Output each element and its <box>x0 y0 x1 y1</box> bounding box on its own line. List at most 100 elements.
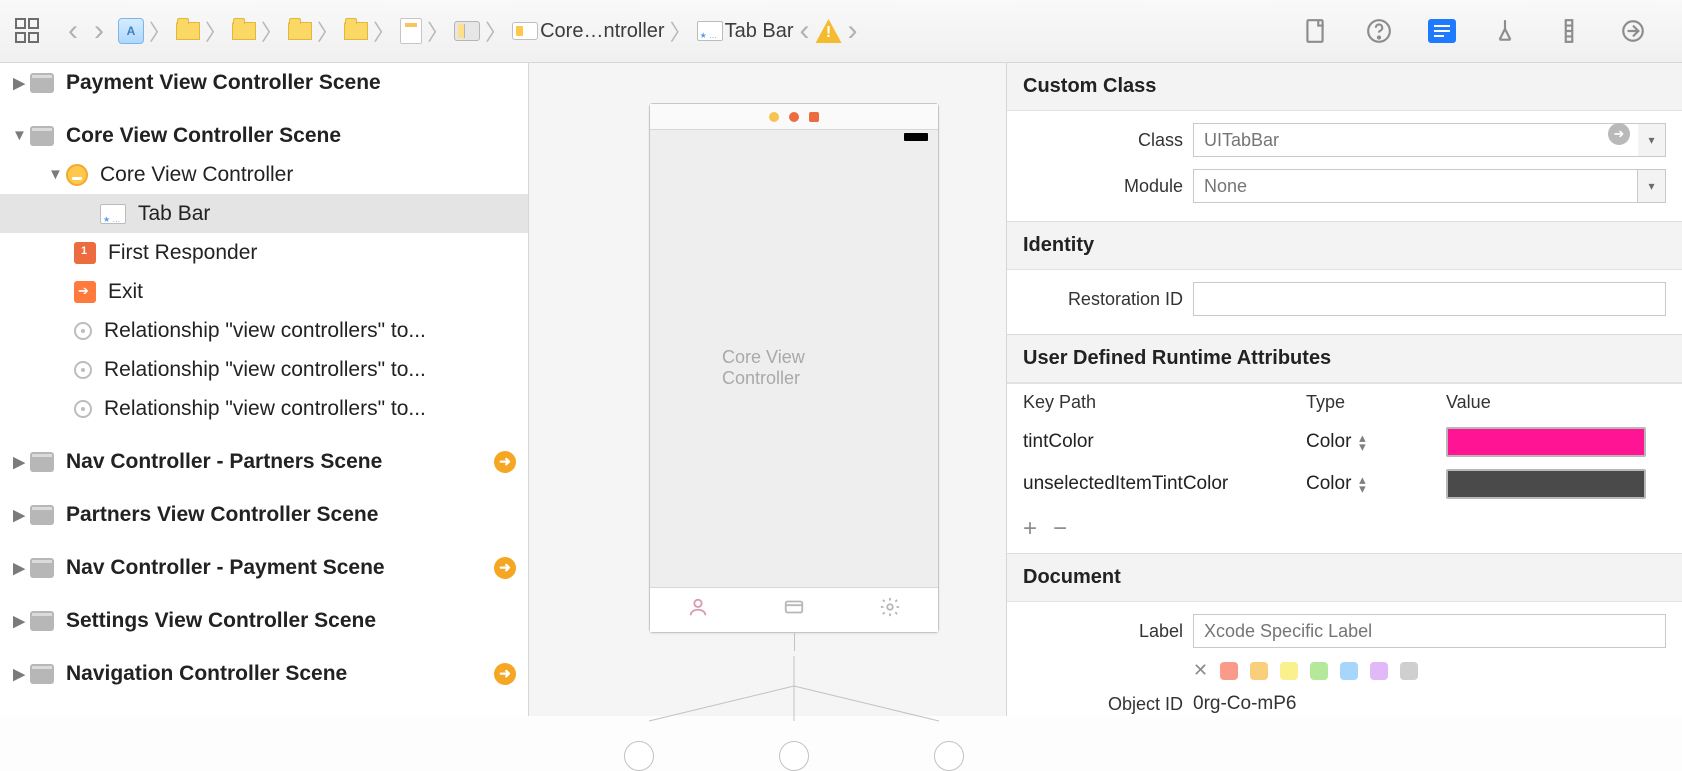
disclosure-triangle-icon[interactable]: ▼ <box>48 166 62 183</box>
tabbar-icon[interactable] <box>697 21 723 41</box>
module-input[interactable] <box>1193 169 1638 203</box>
outline-exit-row[interactable]: Exit <box>0 272 528 311</box>
outline-scene-row[interactable]: ▶ Settings View Controller Scene <box>0 601 528 640</box>
breadcrumb-item[interactable]: Tab Bar <box>725 20 794 43</box>
folder-icon[interactable] <box>288 22 312 40</box>
stepper-icon[interactable]: ▴▾ <box>1355 475 1369 493</box>
dropdown-button[interactable]: ▾ <box>1638 169 1666 203</box>
outline-scene-row[interactable]: ▼ Core View Controller Scene <box>0 116 528 155</box>
add-button[interactable]: + <box>1023 515 1037 543</box>
dock-first-responder-icon[interactable] <box>789 112 799 122</box>
restoration-id-input[interactable] <box>1193 282 1666 316</box>
outline-scene-row[interactable]: ▶ Partners View Controller Scene <box>0 495 528 534</box>
attr-keypath[interactable]: unselectedItemTintColor <box>1023 473 1306 495</box>
class-input[interactable] <box>1193 123 1642 157</box>
color-dot[interactable] <box>1340 662 1358 680</box>
doc-label-label: Label <box>1023 621 1183 642</box>
tab-item-card-icon[interactable] <box>783 596 805 624</box>
tab-bar[interactable] <box>650 587 938 632</box>
module-label: Module <box>1023 176 1183 197</box>
section-header[interactable]: Document <box>1007 554 1682 602</box>
connections-inspector-icon[interactable] <box>1618 16 1648 46</box>
nav-next-sibling[interactable]: › <box>844 14 862 48</box>
dock-vc-icon[interactable] <box>769 112 779 122</box>
help-inspector-icon[interactable] <box>1364 16 1394 46</box>
color-dot[interactable] <box>1250 662 1268 680</box>
folder-icon[interactable] <box>232 22 256 40</box>
disclosure-triangle-icon[interactable]: ▶ <box>12 74 26 92</box>
nav-prev-sibling[interactable]: ‹ <box>796 14 814 48</box>
attr-type[interactable]: Color <box>1306 431 1351 453</box>
ib-canvas[interactable]: Core View Controller <box>529 63 1006 716</box>
disclosure-triangle-icon[interactable]: ▶ <box>12 453 26 471</box>
attr-row[interactable]: tintColor Color ▴▾ <box>1007 421 1682 463</box>
attr-table-header: Key Path Type Value <box>1007 383 1682 421</box>
related-items-icon[interactable] <box>14 17 42 45</box>
disclosure-triangle-icon[interactable]: ▶ <box>12 506 26 524</box>
color-dot[interactable] <box>1220 662 1238 680</box>
stepper-icon[interactable]: ▴▾ <box>1355 433 1369 451</box>
outline-relationship-row[interactable]: Relationship "view controllers" to... <box>0 350 528 389</box>
outline-relationship-row[interactable]: Relationship "view controllers" to... <box>0 311 528 350</box>
document-outline[interactable]: ▶ Payment View Controller Scene ▼ Core V… <box>0 63 529 716</box>
outline-scene-row[interactable]: ▶ Nav Controller - Partners Scene ➜ <box>0 442 528 481</box>
folder-icon[interactable] <box>176 22 200 40</box>
outline-vc-row[interactable]: ▼ Core View Controller <box>0 155 528 194</box>
tab-item-person-icon[interactable] <box>687 596 709 624</box>
section-header[interactable]: User Defined Runtime Attributes <box>1007 335 1682 383</box>
attr-row[interactable]: unselectedItemTintColor Color ▴▾ <box>1007 463 1682 505</box>
viewcontroller-icon[interactable] <box>512 22 538 40</box>
file-inspector-icon[interactable] <box>1300 16 1330 46</box>
project-icon[interactable] <box>118 18 144 44</box>
segue-node-icon[interactable] <box>624 741 654 771</box>
color-dot[interactable] <box>1400 662 1418 680</box>
color-dot[interactable] <box>1370 662 1388 680</box>
nav-forward-button[interactable]: › <box>86 14 112 48</box>
warning-icon[interactable] <box>816 19 842 43</box>
outline-label: Settings View Controller Scene <box>66 609 376 633</box>
doc-label-input[interactable] <box>1193 614 1666 648</box>
disclosure-triangle-icon[interactable]: ▶ <box>12 559 26 577</box>
tab-item-gear-icon[interactable] <box>879 596 901 624</box>
breadcrumb-item[interactable]: Core…ntroller <box>540 20 664 43</box>
outline-scene-row[interactable]: ▶ Payment View Controller Scene <box>0 63 528 102</box>
object-id-label: Object ID <box>1023 694 1183 715</box>
segue-node-icon[interactable] <box>934 741 964 771</box>
device-frame[interactable]: Core View Controller <box>649 103 939 633</box>
outline-label: Partners View Controller Scene <box>66 503 378 527</box>
dropdown-button[interactable]: ▾ <box>1638 123 1666 157</box>
attr-keypath[interactable]: tintColor <box>1023 431 1306 453</box>
color-swatch[interactable] <box>1446 427 1646 457</box>
disclosure-triangle-icon[interactable]: ▶ <box>12 665 26 683</box>
color-swatch[interactable] <box>1446 469 1646 499</box>
size-inspector-icon[interactable] <box>1554 16 1584 46</box>
disclosure-triangle-icon[interactable]: ▶ <box>12 612 26 630</box>
attributes-inspector-icon[interactable] <box>1490 16 1520 46</box>
outline-label: Nav Controller - Payment Scene <box>66 556 385 580</box>
section-header[interactable]: Custom Class <box>1007 63 1682 111</box>
remove-button[interactable]: − <box>1053 515 1067 543</box>
outline-scene-row[interactable]: ▶ Nav Controller - Payment Scene ➜ <box>0 548 528 587</box>
relationship-icon <box>74 400 92 418</box>
storyboard-icon[interactable] <box>454 21 480 41</box>
outline-tabbar-row[interactable]: Tab Bar <box>0 194 528 233</box>
segue-node-icon[interactable] <box>779 741 809 771</box>
disclosure-triangle-icon[interactable]: ▼ <box>12 127 26 144</box>
scene-icon <box>30 558 54 578</box>
color-dot[interactable] <box>1310 662 1328 680</box>
section-header[interactable]: Identity <box>1007 222 1682 270</box>
outline-scene-row[interactable]: ▶ Navigation Controller Scene ➜ <box>0 654 528 693</box>
clear-color-icon[interactable]: ✕ <box>1193 660 1208 681</box>
storyboard-file-icon[interactable] <box>400 18 422 44</box>
dock-exit-icon[interactable] <box>809 112 819 122</box>
attr-type[interactable]: Color <box>1306 473 1351 495</box>
scene-icon <box>30 126 54 146</box>
jump-to-class-icon[interactable]: ➜ <box>1608 123 1630 145</box>
outline-firstresponder-row[interactable]: First Responder <box>0 233 528 272</box>
identity-inspector-icon[interactable] <box>1428 19 1456 43</box>
scene-titlebar[interactable] <box>650 104 938 130</box>
folder-icon[interactable] <box>344 22 368 40</box>
outline-relationship-row[interactable]: Relationship "view controllers" to... <box>0 389 528 428</box>
nav-back-button[interactable]: ‹ <box>60 14 86 48</box>
color-dot[interactable] <box>1280 662 1298 680</box>
